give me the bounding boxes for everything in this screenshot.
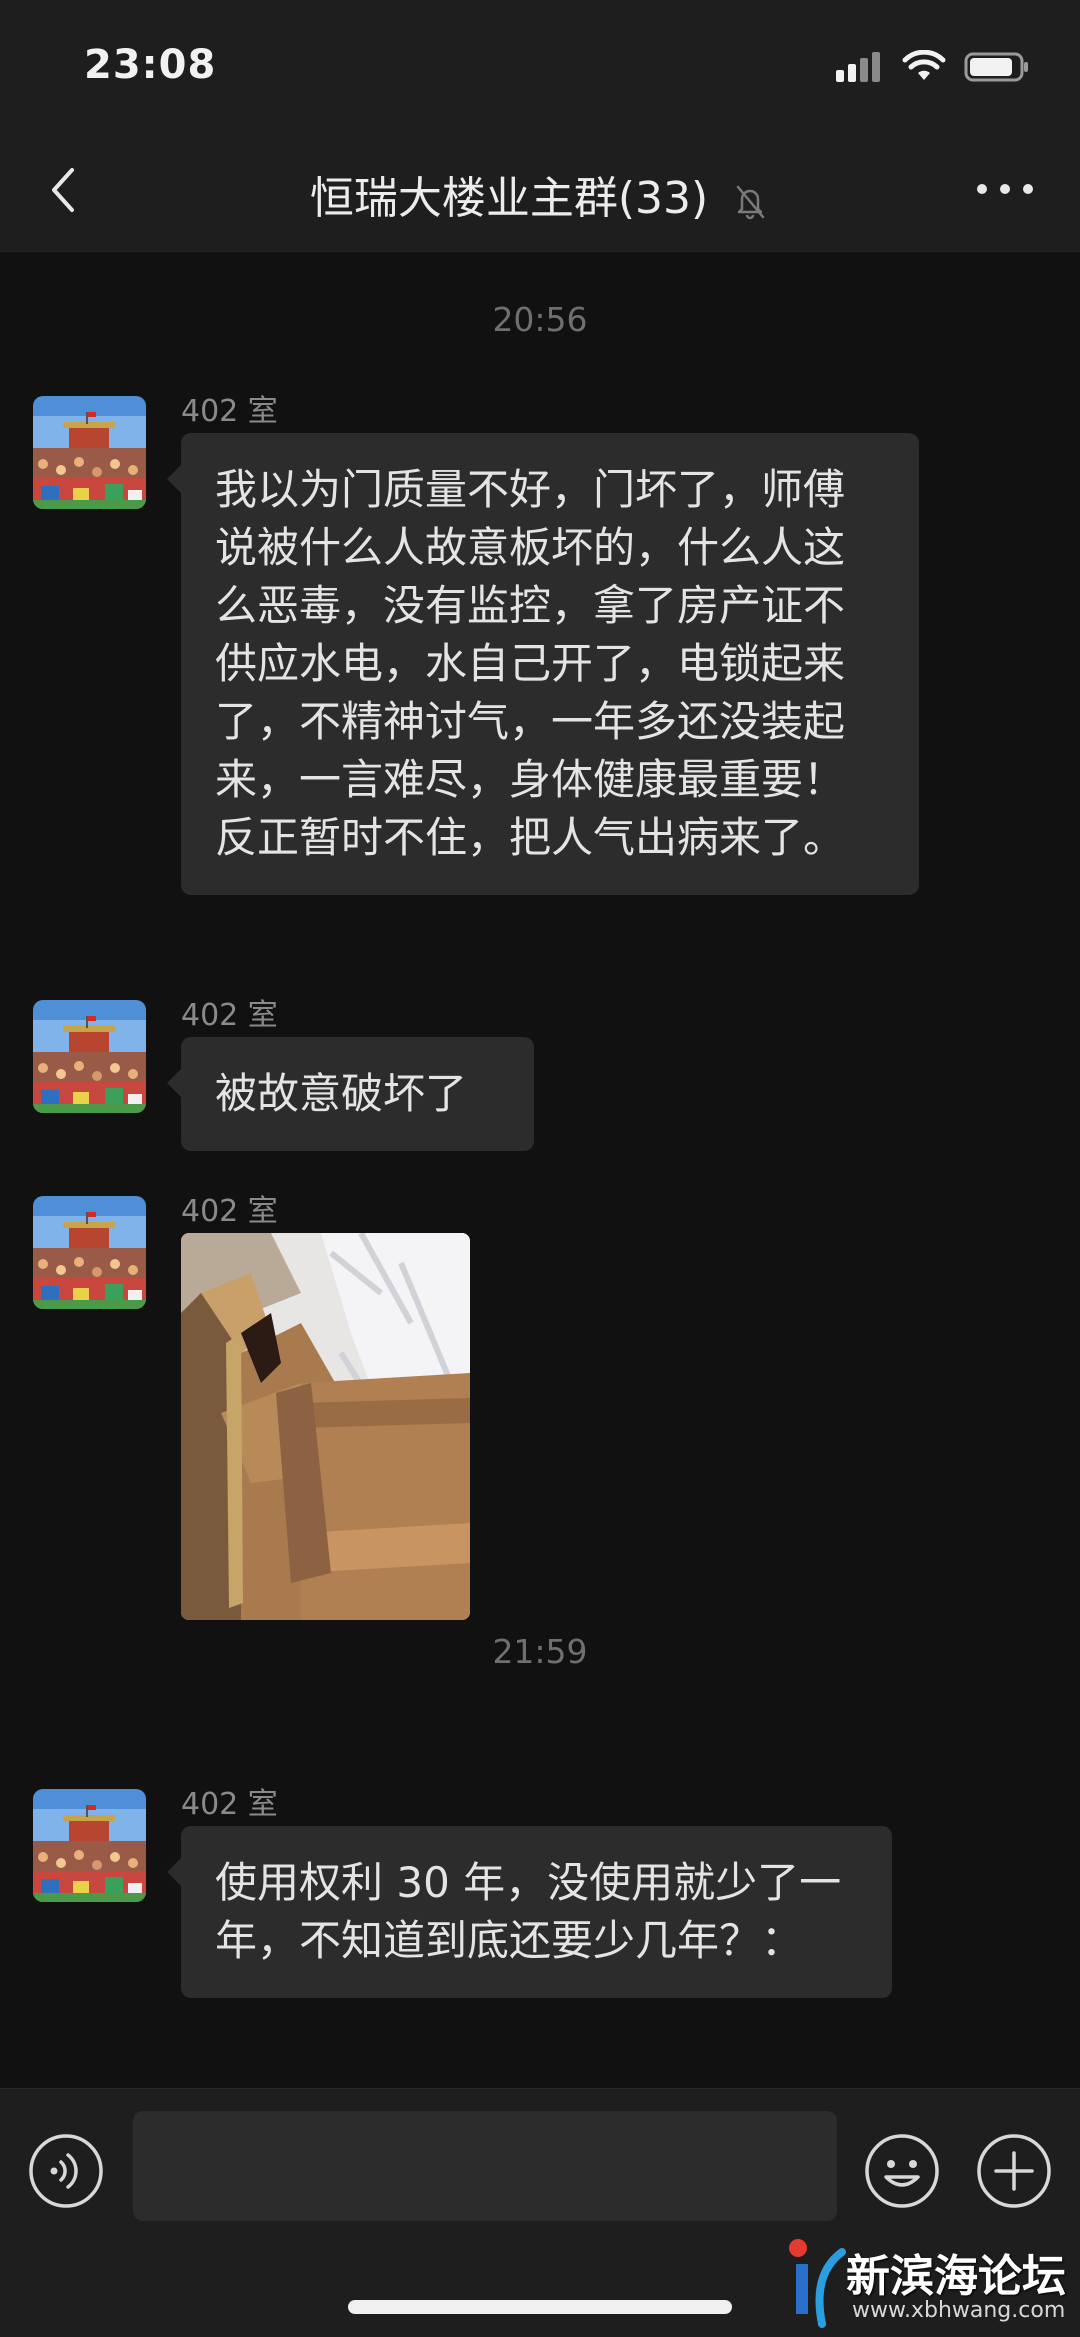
group-title-text: 恒瑞大楼业主群(33) [309, 173, 709, 224]
home-indicator[interactable] [348, 2300, 732, 2314]
avatar[interactable] [33, 396, 146, 509]
watermark-url: www.xbhwang.com [852, 2298, 1066, 2323]
avatar-image [33, 1789, 146, 1902]
plus-icon[interactable] [976, 2133, 1052, 2209]
more-options-icon[interactable] [970, 174, 1040, 204]
chat-header: 恒瑞大楼业主群(33) [0, 130, 1080, 252]
avatar[interactable] [33, 1196, 146, 1309]
sender-name: 402 室 [181, 1787, 278, 1822]
wifi-icon [902, 50, 946, 80]
message-bubble[interactable]: 使用权利 30 年，没使用就少了一年，不知道到底还要少几年？： [167, 1826, 892, 1998]
message-list[interactable]: 20:56 402 室 我以为门质量不好，门坏了，师傅说被什么人故意板坏的，什么… [0, 252, 1080, 2088]
avatar-image [33, 1196, 146, 1309]
mute-bell-icon [736, 185, 765, 220]
voice-input-icon[interactable] [28, 2133, 104, 2209]
time-separator: 20:56 [492, 300, 588, 339]
group-title: 恒瑞大楼业主群(33) [0, 162, 1080, 226]
watermark-logo-icon [789, 2239, 846, 2328]
status-icons [836, 50, 1030, 84]
status-time: 23:08 [84, 42, 217, 88]
message-bubble[interactable]: 被故意破坏了 [167, 1037, 534, 1151]
sender-name: 402 室 [181, 394, 278, 429]
message-photo[interactable] [181, 1233, 470, 1620]
sender-name: 402 室 [181, 1194, 278, 1229]
status-bar: 23:08 [0, 0, 1080, 130]
broken-door-hinge-photo [181, 1233, 470, 1620]
watermark-name: 新滨海论坛 [846, 2251, 1066, 2302]
cellular-signal-icon [836, 52, 880, 82]
battery-icon [964, 52, 1028, 82]
avatar-image [33, 1000, 146, 1113]
avatar[interactable] [33, 1789, 146, 1902]
avatar-image [33, 396, 146, 509]
sender-name: 402 室 [181, 998, 278, 1033]
emoji-icon[interactable] [864, 2133, 940, 2209]
message-input[interactable] [133, 2111, 837, 2221]
time-separator: 21:59 [492, 1632, 588, 1671]
avatar[interactable] [33, 1000, 146, 1113]
message-bubble[interactable]: 我以为门质量不好，门坏了，师傅说被什么人故意板坏的，什么人这么恶毒，没有监控，拿… [167, 433, 919, 895]
site-watermark: 新滨海论坛 www.xbhwang.com [782, 2232, 1080, 2332]
